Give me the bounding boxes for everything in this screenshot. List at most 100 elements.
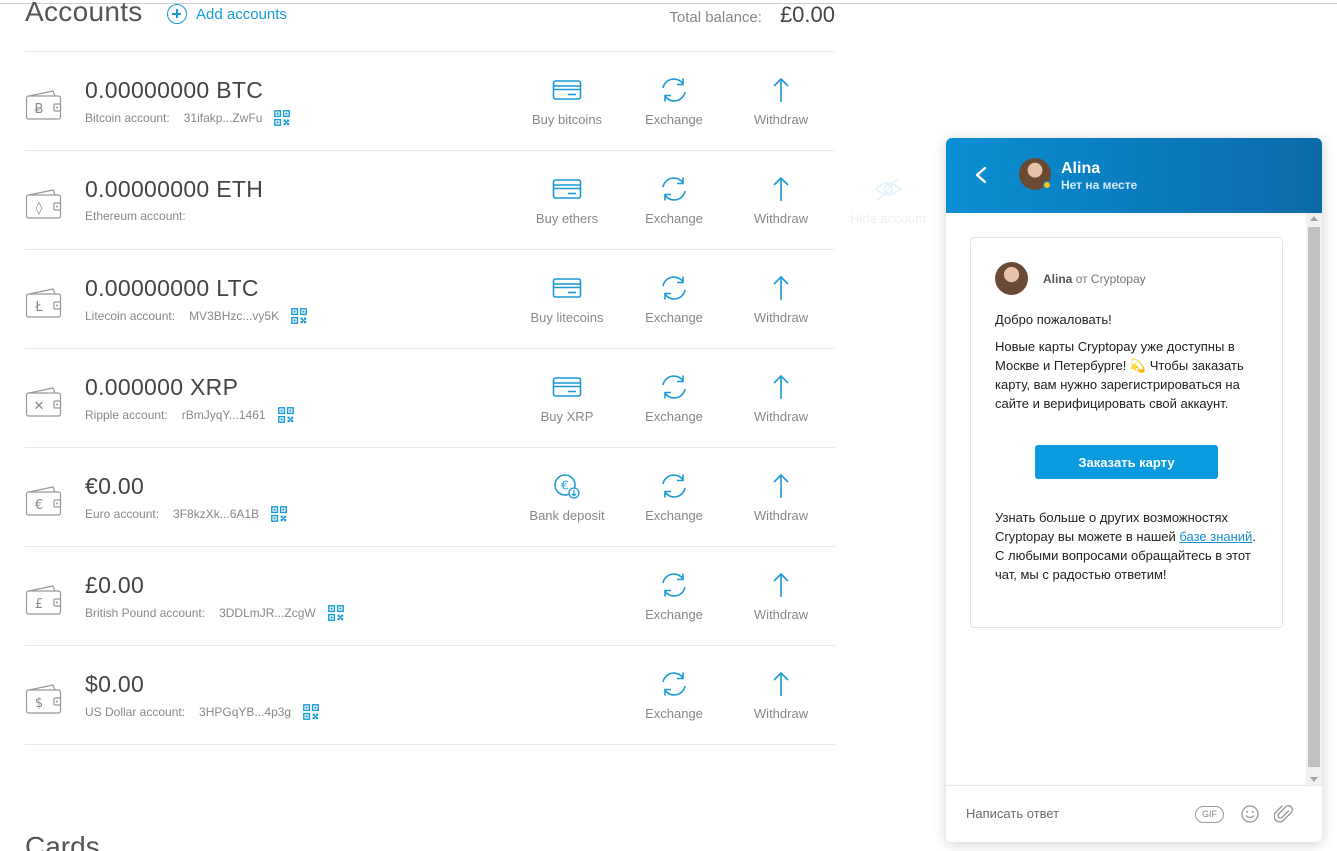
cards-title: Cards — [25, 831, 100, 851]
qr-code-icon[interactable] — [277, 407, 294, 423]
reply-input[interactable] — [966, 800, 1186, 826]
exchange-icon — [619, 76, 729, 104]
withdraw-label: Withdraw — [753, 112, 809, 127]
qr-code-icon[interactable] — [303, 704, 320, 720]
eye-off-icon — [833, 175, 943, 203]
account-balance: 0.000000 XRP — [85, 374, 239, 400]
account-name: Bitcoin account: — [85, 111, 170, 125]
bank-deposit-button[interactable]: € Bank deposit — [512, 472, 622, 523]
account-row: £ £0.00 British Pound account: 3DDLmJR..… — [25, 547, 835, 646]
account-row: $ $0.00 US Dollar account: 3HPGqYB...4p3… — [25, 646, 835, 745]
exchange-label: Exchange — [645, 409, 703, 424]
buy-button[interactable]: Buy litecoins — [512, 274, 622, 325]
wallet-icon: € — [25, 486, 62, 516]
qr-code-icon[interactable] — [327, 605, 344, 621]
account-info: Ripple account: rBmJyqY...1461 — [85, 407, 294, 423]
svg-text:€: € — [561, 479, 569, 493]
buy-button[interactable]: Buy XRP — [512, 373, 622, 424]
attach-icon[interactable] — [1274, 803, 1294, 825]
message-sender-suffix: от Cryptopay — [1075, 272, 1146, 286]
account-name: US Dollar account: — [85, 705, 186, 719]
withdraw-button[interactable]: Withdraw — [726, 175, 836, 226]
withdraw-button[interactable]: Withdraw — [726, 274, 836, 325]
arrow-up-icon — [726, 76, 836, 104]
withdraw-button[interactable]: Withdraw — [726, 670, 836, 721]
account-address: rBmJyqY...1461 — [181, 408, 266, 422]
account-balance: 0.00000000 LTC — [85, 275, 259, 301]
withdraw-label: Withdraw — [753, 706, 809, 721]
chat-body: Alina от Cryptopay Добро пожаловать! Нов… — [946, 213, 1306, 785]
account-name: Ethereum account: — [85, 209, 186, 223]
wallet-icon: ◊ — [25, 189, 62, 219]
exchange-button[interactable]: Exchange — [619, 76, 729, 127]
exchange-button[interactable]: Exchange — [619, 472, 729, 523]
message-card: Alina от Cryptopay Добро пожаловать! Нов… — [970, 237, 1283, 628]
knowledge-base-link[interactable]: базе знаний — [1179, 529, 1252, 544]
scroll-up-arrow-icon[interactable] — [1310, 216, 1318, 221]
account-balance: £0.00 — [85, 572, 145, 598]
arrow-up-icon — [726, 571, 836, 599]
accounts-list: Ƀ 0.00000000 BTC Bitcoin account: 31ifak… — [25, 52, 926, 745]
currency-symbol: ◊ — [36, 201, 43, 216]
qr-code-icon[interactable] — [291, 308, 307, 324]
withdraw-button[interactable]: Withdraw — [726, 76, 836, 127]
account-balance: $0.00 — [85, 671, 145, 697]
gif-button[interactable]: GIF — [1195, 806, 1224, 823]
buy-label: Buy ethers — [535, 211, 599, 226]
total-balance-label: Total balance: — [669, 9, 762, 26]
account-address: MV3BHzc...vy5K — [189, 309, 280, 323]
account-name: British Pound account: — [85, 606, 206, 620]
wallet-icon: £ — [25, 585, 62, 615]
account-name: Ripple account: — [85, 408, 168, 422]
buy-label: Bank deposit — [529, 508, 605, 523]
bank-deposit-icon: € — [512, 472, 622, 500]
plus-circle-icon — [167, 4, 187, 24]
account-info: Bitcoin account: 31ifakp...ZwFu — [85, 110, 291, 126]
exchange-button[interactable]: Exchange — [619, 670, 729, 721]
withdraw-button[interactable]: Withdraw — [726, 373, 836, 424]
page-title: Accounts — [25, 0, 143, 27]
buy-label: Buy XRP — [540, 409, 594, 424]
account-info: Ethereum account: — [85, 209, 200, 223]
total-balance-value: £0.00 — [779, 2, 835, 27]
cards-section: Cards — [25, 745, 835, 851]
withdraw-label: Withdraw — [753, 508, 809, 523]
wallet-icon: Ł — [25, 288, 62, 318]
order-card-button[interactable]: Заказать карту — [1035, 445, 1218, 479]
exchange-button[interactable]: Exchange — [619, 373, 729, 424]
exchange-label: Exchange — [645, 310, 703, 325]
chat-scrollbar[interactable] — [1306, 213, 1322, 785]
account-address: 3DDLmJR...ZcgW — [219, 606, 316, 620]
exchange-button[interactable]: Exchange — [619, 571, 729, 622]
back-arrow-icon[interactable] — [972, 164, 990, 186]
account-address: 3F8kzXk...6A1B — [173, 507, 260, 521]
account-row: Ƀ 0.00000000 BTC Bitcoin account: 31ifak… — [25, 52, 835, 151]
arrow-up-icon — [726, 670, 836, 698]
withdraw-button[interactable]: Withdraw — [726, 472, 836, 523]
arrow-up-icon — [726, 274, 836, 302]
scrollbar-thumb[interactable] — [1308, 227, 1320, 767]
message-paragraph-2: Узнать больше о других возможностях Cryp… — [995, 508, 1265, 584]
status-dot — [1043, 181, 1051, 189]
qr-code-icon[interactable] — [274, 110, 291, 126]
buy-button[interactable]: Buy ethers — [512, 175, 622, 226]
main-content: Accounts Add accounts Total balance: £0.… — [25, 0, 926, 851]
scroll-down-arrow-icon[interactable] — [1310, 777, 1318, 782]
hide-account-button[interactable]: Hide account — [833, 175, 943, 226]
qr-code-icon[interactable] — [271, 506, 287, 522]
currency-symbol: ✕ — [34, 399, 45, 414]
add-accounts-button[interactable]: Add accounts — [167, 4, 287, 24]
wallet-icon: ✕ — [25, 387, 62, 417]
exchange-button[interactable]: Exchange — [619, 175, 729, 226]
currency-symbol: $ — [35, 696, 43, 711]
exchange-button[interactable]: Exchange — [619, 274, 729, 325]
emoji-icon[interactable] — [1240, 804, 1260, 824]
account-name: Litecoin account: — [85, 309, 176, 323]
arrow-up-icon — [726, 175, 836, 203]
currency-symbol: £ — [35, 597, 43, 612]
withdraw-button[interactable]: Withdraw — [726, 571, 836, 622]
buy-button[interactable]: Buy bitcoins — [512, 76, 622, 127]
arrow-up-icon — [726, 472, 836, 500]
message-greeting: Добро пожаловать! — [995, 312, 1112, 327]
account-balance: €0.00 — [85, 473, 145, 499]
